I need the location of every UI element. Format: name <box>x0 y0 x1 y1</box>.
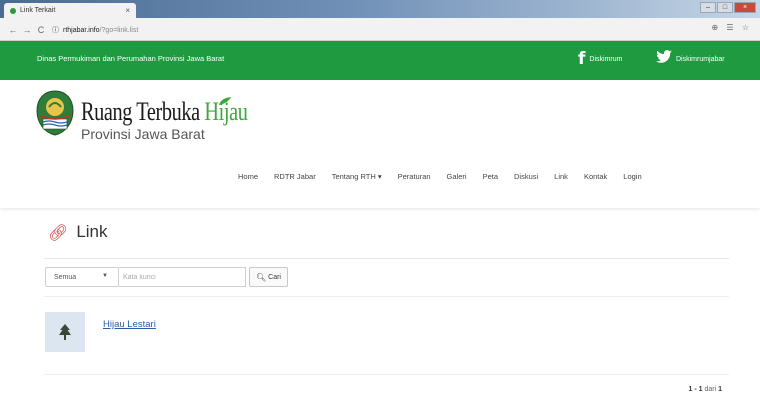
browser-tabbar: Link Terkait × – □ × <box>0 0 760 18</box>
result-link[interactable]: Hijau Lestari <box>103 319 156 352</box>
address-bar-actions[interactable]: ⊕ ☰ ☆ <box>712 23 753 32</box>
leaf-icon <box>219 97 231 105</box>
jawa-barat-emblem-icon[interactable] <box>35 89 75 137</box>
keyword-input[interactable] <box>119 267 246 287</box>
nav-rdtr-jabar[interactable]: RDTR Jabar <box>266 172 324 181</box>
site-topbar: Dinas Permukiman dan Perumahan Provinsi … <box>0 41 760 80</box>
page-title: 🔗︎ Link <box>48 222 108 242</box>
back-button[interactable]: ← <box>6 25 20 35</box>
browser-chrome: Link Terkait × – □ × ← → C ⓘ rthjabar.in… <box>0 0 760 41</box>
category-select[interactable]: Semua ▼ <box>45 267 119 287</box>
nav-tentang-rth[interactable]: Tentang RTH ▾ <box>324 172 390 181</box>
tree-icon[interactable] <box>45 312 85 352</box>
forward-button[interactable]: → <box>20 25 34 35</box>
url-field[interactable]: ⓘ rthjabar.info /?go=link.list <box>52 25 138 35</box>
nav-home[interactable]: Home <box>230 172 266 181</box>
nav-galeri[interactable]: Galeri <box>439 172 475 181</box>
search-button[interactable]: 🔍︎ Cari <box>249 267 288 287</box>
nav-login[interactable]: Login <box>615 172 649 181</box>
url-path: /?go=link.list <box>99 26 139 34</box>
tab-close-icon[interactable]: × <box>125 6 130 15</box>
twitter-link[interactable]: Diskimrumjabar <box>656 49 725 69</box>
twitter-label: Diskimrumjabar <box>676 55 725 63</box>
minimize-button[interactable]: – <box>700 2 716 13</box>
nav-link[interactable]: Link <box>546 172 576 181</box>
close-window-button[interactable]: × <box>734 2 756 13</box>
divider <box>44 258 729 259</box>
search-icon: 🔍︎ <box>256 272 267 282</box>
nav-diskusi[interactable]: Diskusi <box>506 172 546 181</box>
tab-title: Link Terkait <box>20 7 56 14</box>
main-nav: Home RDTR Jabar Tentang RTH ▾ Peraturan … <box>230 172 650 181</box>
brand-subtitle: Provinsi Jawa Barat <box>81 126 205 142</box>
url-host: rthjabar.info <box>63 26 100 34</box>
list-item: Hijau Lestari <box>45 312 156 352</box>
pagination-info: 1 - 1 dari 1 <box>688 386 722 393</box>
divider <box>44 296 729 297</box>
facebook-icon: f <box>578 49 586 69</box>
favicon-icon <box>10 7 16 14</box>
address-bar: ← → C ⓘ rthjabar.info /?go=link.list ⊕ ☰… <box>0 20 760 40</box>
facebook-label: Diskimrum <box>589 55 623 63</box>
reload-button[interactable]: C <box>34 25 48 35</box>
nav-kontak[interactable]: Kontak <box>576 172 615 181</box>
caret-down-icon: ▼ <box>102 273 108 279</box>
browser-tab[interactable]: Link Terkait × <box>4 3 136 18</box>
twitter-icon <box>656 49 672 69</box>
org-name: Dinas Permukiman dan Perumahan Provinsi … <box>37 54 225 63</box>
chain-link-icon: 🔗︎ <box>48 222 69 242</box>
info-icon[interactable]: ⓘ <box>52 25 59 35</box>
window-controls: – □ × <box>700 2 756 13</box>
maximize-button[interactable]: □ <box>717 2 733 13</box>
main-content: 🔗︎ Link Semua ▼ 🔍︎ Cari Hijau Lestari 1 … <box>0 208 760 410</box>
divider <box>44 374 729 375</box>
facebook-link[interactable]: f Diskimrum <box>578 49 622 69</box>
search-filter: Semua ▼ 🔍︎ Cari <box>45 267 288 287</box>
site-header: Ruang Terbuka Hijau Provinsi Jawa Barat … <box>0 80 760 208</box>
nav-peta[interactable]: Peta <box>475 172 506 181</box>
nav-peraturan[interactable]: Peraturan <box>390 172 439 181</box>
